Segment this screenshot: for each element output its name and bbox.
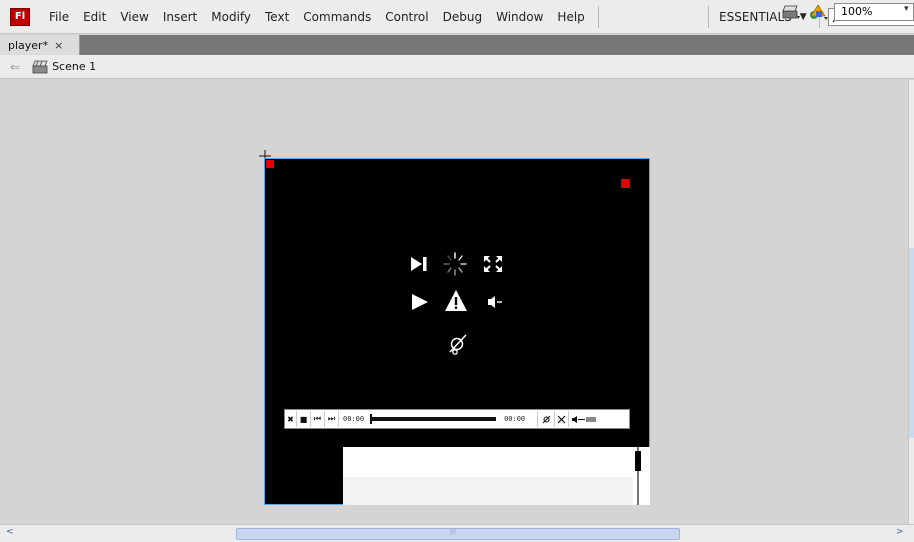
- scene-breadcrumb[interactable]: Scene 1: [52, 60, 96, 73]
- menu-window[interactable]: Window: [489, 7, 550, 27]
- stop-button[interactable]: ■: [297, 411, 311, 427]
- menu-control[interactable]: Control: [378, 7, 435, 27]
- horizontal-scrollbar[interactable]: < ||| >: [0, 524, 914, 542]
- no-connection-icon: [449, 334, 467, 355]
- document-tab-player[interactable]: player* ×: [0, 35, 80, 55]
- current-time: 00:00: [343, 415, 365, 423]
- close-player-button[interactable]: ✖: [285, 411, 297, 427]
- vertical-scrollbar[interactable]: [908, 80, 914, 524]
- next-button[interactable]: ⏭: [325, 411, 339, 427]
- playlist-scroll-thumb[interactable]: [635, 451, 641, 471]
- edit-bar: ⇐ Scene 1: [0, 55, 914, 79]
- play-icon: [412, 294, 428, 310]
- menu-help[interactable]: Help: [550, 7, 591, 27]
- menu-commands[interactable]: Commands: [296, 7, 378, 27]
- workspace-switcher[interactable]: ESSENTIALS ▼: [708, 6, 820, 28]
- document-tab-bar: player* ×: [0, 35, 914, 55]
- loading-spinner-icon: [443, 252, 467, 276]
- scroll-left-button[interactable]: <: [6, 527, 20, 541]
- workspace-label: ESSENTIALS: [719, 10, 792, 24]
- menu-separator: [597, 5, 599, 28]
- horizontal-scroll-thumb[interactable]: [236, 528, 680, 540]
- no-connection-icon: [542, 415, 551, 423]
- chevron-down-icon: ▼: [799, 12, 807, 22]
- warning-icon: [445, 290, 467, 311]
- prev-button[interactable]: ⏮: [311, 411, 325, 427]
- playlist-row[interactable]: [343, 477, 633, 505]
- next-track-icon: [411, 257, 427, 271]
- fullscreen-icon: [557, 415, 566, 423]
- vertical-scroll-thumb[interactable]: [909, 248, 914, 438]
- menu-edit[interactable]: Edit: [76, 7, 113, 27]
- zoom-select[interactable]: 100%: [834, 3, 914, 21]
- close-icon[interactable]: ×: [54, 39, 63, 52]
- back-arrow-icon[interactable]: ⇐: [10, 60, 20, 74]
- menu-debug[interactable]: Debug: [436, 7, 489, 27]
- menu-modify[interactable]: Modify: [204, 7, 258, 27]
- menu-file[interactable]: File: [42, 7, 76, 27]
- volume-icon: [572, 415, 596, 423]
- menu-text[interactable]: Text: [258, 7, 296, 27]
- player-control-bar: ✖ ■ ⏮ ⏭ 00:00 00:00: [284, 409, 630, 429]
- total-time: 00:00: [504, 415, 526, 423]
- chevron-down-icon[interactable]: ▾: [904, 4, 914, 20]
- scene-icon: [32, 60, 48, 73]
- fullscreen-icon: [484, 256, 502, 272]
- flash-logo: Fl: [10, 7, 30, 26]
- volume-slider[interactable]: [569, 411, 603, 427]
- connection-toggle-button[interactable]: [537, 411, 556, 427]
- edit-symbols-icon[interactable]: [782, 4, 800, 20]
- scroll-right-button[interactable]: >: [896, 527, 910, 541]
- registration-point: [266, 160, 274, 168]
- registration-marker: [621, 179, 630, 188]
- playlist-panel[interactable]: [343, 447, 650, 505]
- scroll-grip: |||: [450, 528, 457, 535]
- fullscreen-button[interactable]: [555, 411, 570, 427]
- seek-bar[interactable]: [370, 414, 497, 424]
- menu-insert[interactable]: Insert: [156, 7, 204, 27]
- menu-view[interactable]: View: [113, 7, 155, 27]
- menu-bar: Fl File Edit View Insert Modify Text Com…: [0, 0, 914, 34]
- volume-icon: [488, 296, 502, 308]
- document-tab-label: player*: [8, 38, 49, 52]
- edit-scene-icon[interactable]: [808, 3, 828, 21]
- stage[interactable]: ✖ ■ ⏮ ⏭ 00:00 00:00: [264, 158, 650, 505]
- main-menu: File Edit View Insert Modify Text Comman…: [42, 7, 592, 27]
